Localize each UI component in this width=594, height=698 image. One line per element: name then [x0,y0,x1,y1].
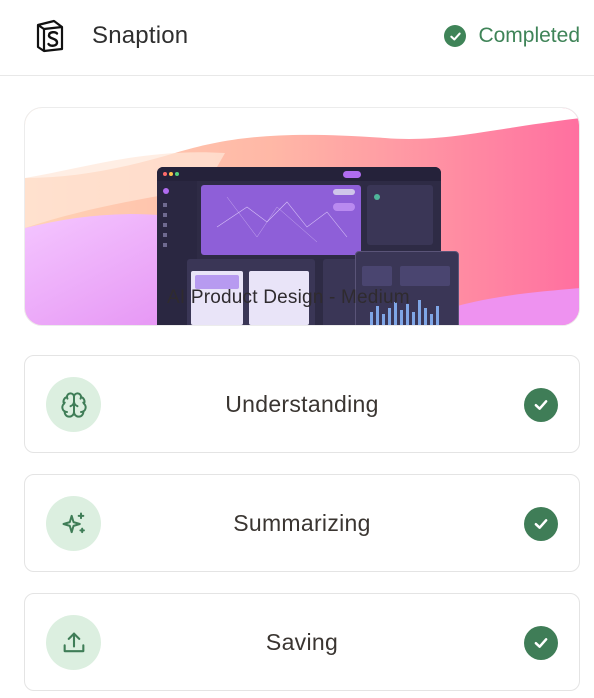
check-circle-icon [524,626,558,660]
hero-title: AI Product Design - Medium [167,287,410,308]
check-circle-icon [524,507,558,541]
snaption-logo-icon [36,19,64,53]
step-label: Summarizing [233,510,371,536]
header: Snaption Completed [0,0,594,76]
check-circle-icon [524,388,558,422]
status-text: Completed [478,24,580,47]
step-summarizing: Summarizing [24,474,580,572]
step-understanding: Understanding [24,355,580,453]
step-saving: Saving [24,593,580,691]
hero-card[interactable]: AI Product Design - Medium [24,107,580,326]
app-name: Snaption [92,22,189,49]
check-circle-icon [444,25,467,47]
step-label: Understanding [225,391,379,417]
status-indicator: Completed [444,24,580,48]
step-label: Saving [265,629,339,655]
